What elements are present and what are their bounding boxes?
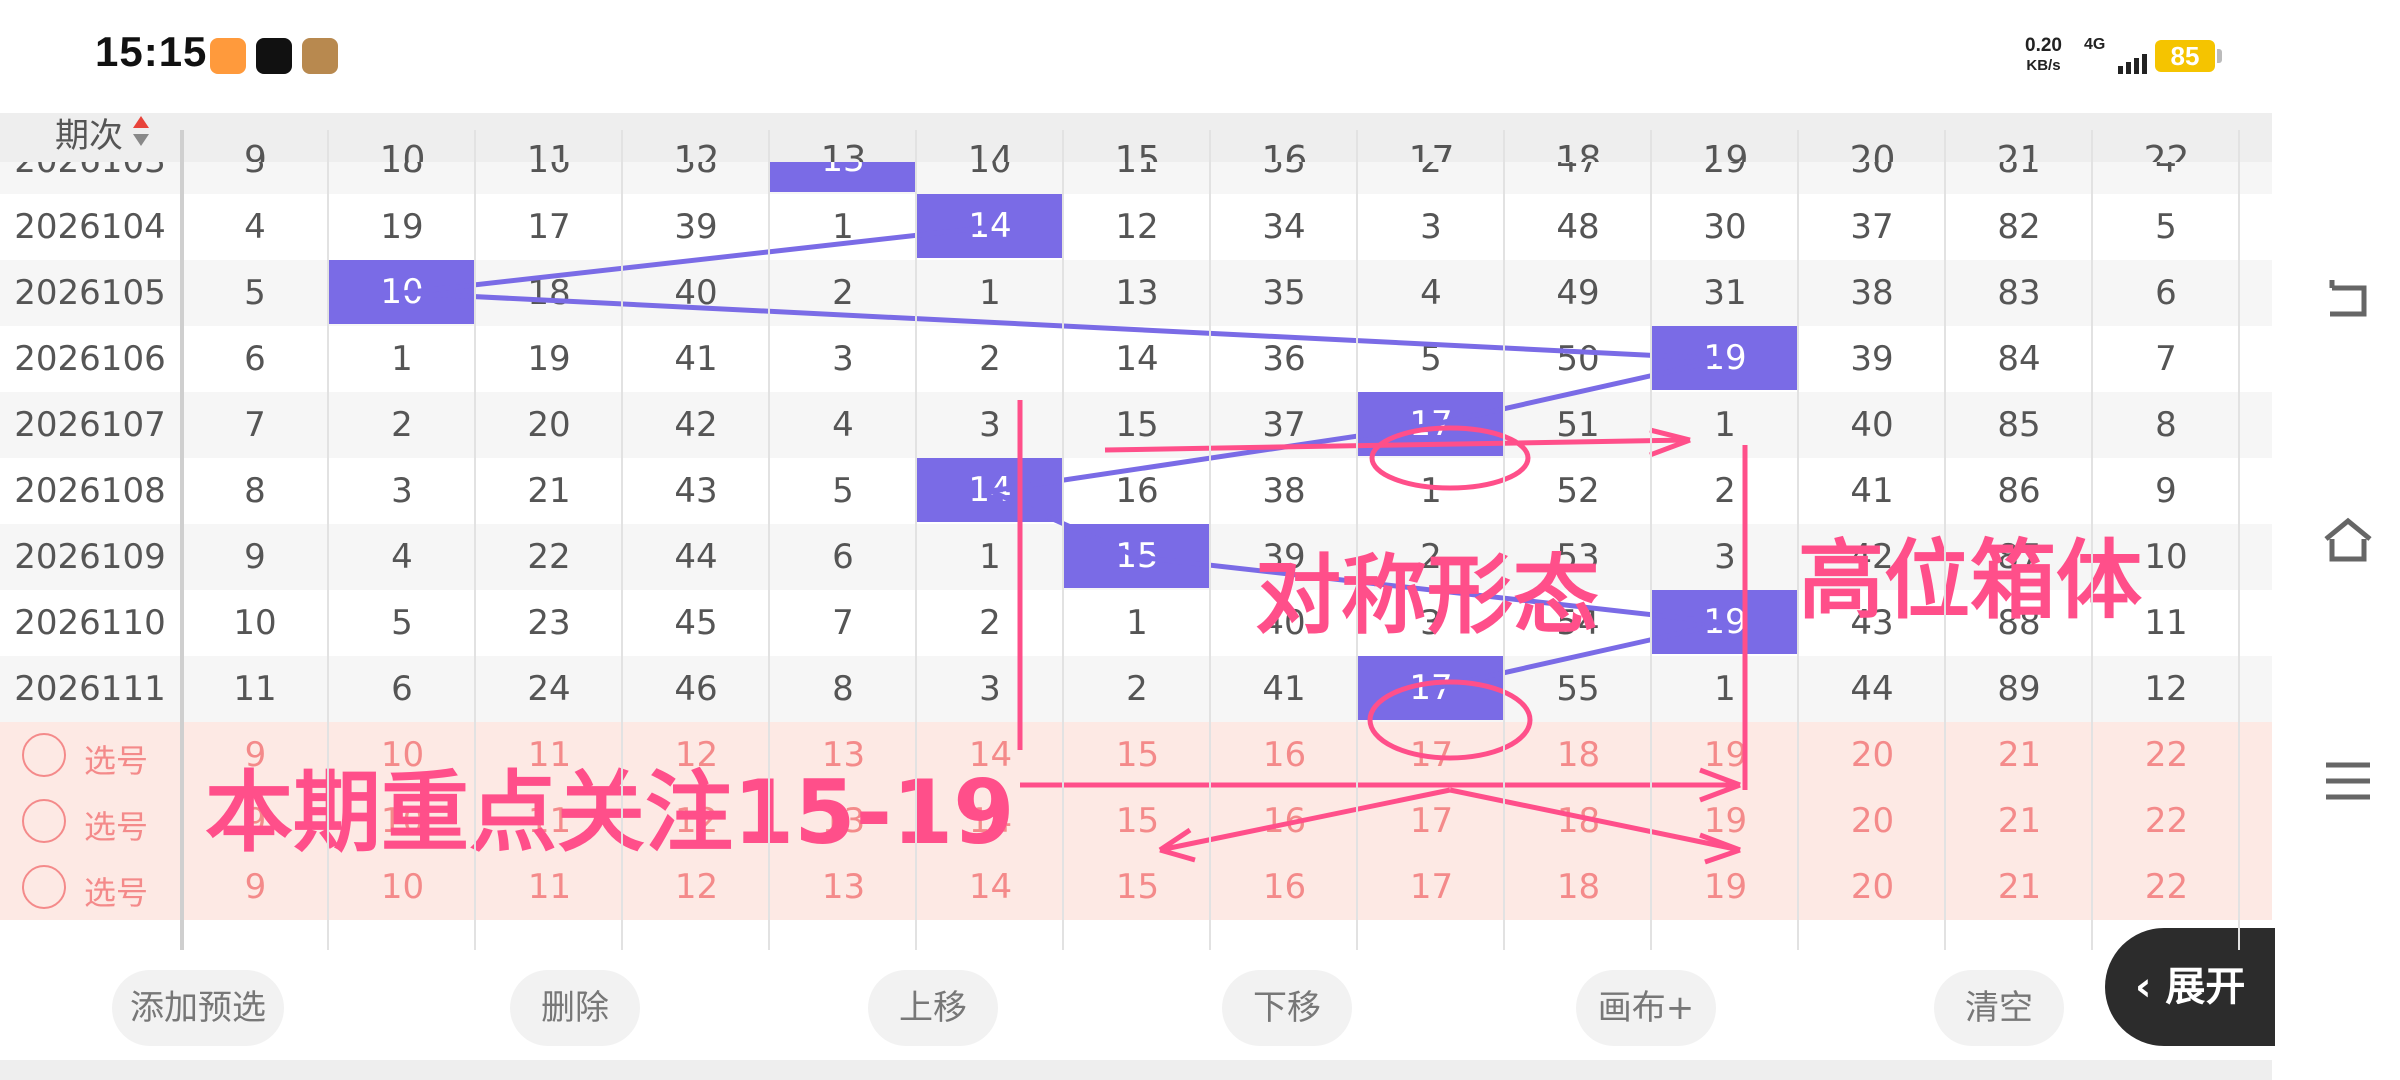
grid-line <box>1797 130 1799 950</box>
move-down-button[interactable]: 下移 <box>1222 970 1352 1046</box>
canvas-button[interactable]: 画布+ <box>1576 970 1716 1046</box>
trend-line <box>989 488 1139 560</box>
trend-line <box>402 290 1726 362</box>
grid-line <box>768 130 770 950</box>
grid-line <box>180 130 184 950</box>
delete-button[interactable]: 删除 <box>510 970 640 1046</box>
annotation-arrow <box>1449 787 1741 853</box>
trend-line <box>990 422 1432 494</box>
annotation-arrowhead <box>1704 847 1741 865</box>
annotation-symmetric: 对称形态 <box>1255 546 1599 646</box>
grid-line <box>915 130 917 950</box>
bottom-strip <box>0 1060 2272 1080</box>
trend-line <box>402 224 991 296</box>
chevron-left-icon: ‹ <box>2135 964 2152 1010</box>
grid-line <box>621 130 623 950</box>
grid-line <box>1650 130 1652 950</box>
clear-button[interactable]: 清空 <box>1934 970 2064 1046</box>
grid-line <box>327 130 329 950</box>
home-icon[interactable] <box>2320 513 2376 569</box>
annotation-circle <box>1367 679 1533 761</box>
annotation-arrow <box>1159 787 1451 853</box>
grid-line <box>1209 130 1211 950</box>
annotation-arrow <box>1104 437 1691 453</box>
grid-line <box>1356 130 1358 950</box>
grid-line <box>474 130 476 950</box>
add-preselect-button[interactable]: 添加预选 <box>112 970 284 1046</box>
grid-line <box>1944 130 1946 950</box>
annotation-arrowhead <box>1159 847 1196 863</box>
expand-button[interactable]: ‹ 展开 <box>2105 928 2275 1046</box>
back-icon[interactable] <box>2320 270 2376 326</box>
trend-line <box>1430 356 1727 428</box>
menu-icon[interactable] <box>2320 753 2376 809</box>
move-up-button[interactable]: 上移 <box>868 970 998 1046</box>
expand-label: 展开 <box>2165 964 2246 1010</box>
grid-line <box>2091 130 2093 950</box>
grid-line <box>1062 130 1064 950</box>
grid-line <box>2238 130 2240 950</box>
grid-line <box>1503 130 1505 950</box>
